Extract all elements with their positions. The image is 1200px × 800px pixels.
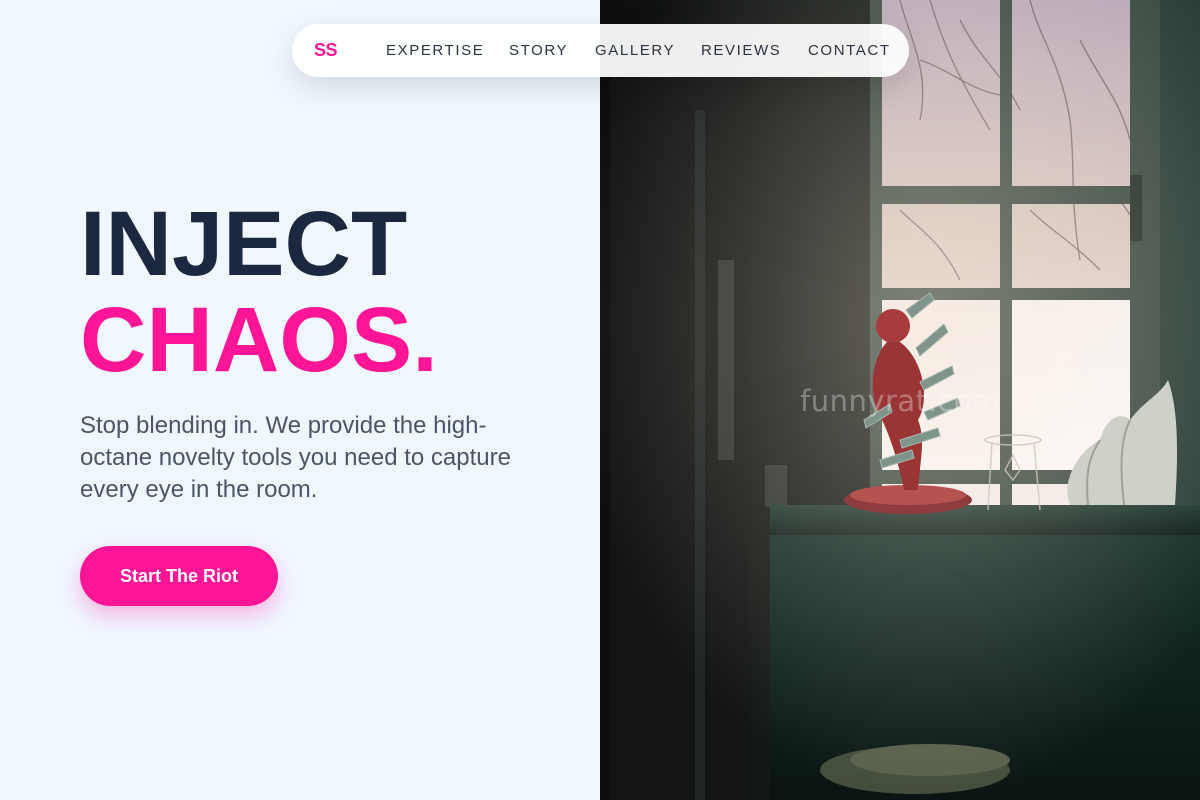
start-the-riot-button[interactable]: Start The Riot	[80, 546, 278, 606]
landing-page: INJECT CHAOS. Stop blending in. We provi…	[0, 0, 1200, 800]
headline-line-2: CHAOS.	[80, 289, 438, 391]
hero-text-panel: INJECT CHAOS. Stop blending in. We provi…	[0, 0, 600, 800]
top-navigation: SS EXPERTISE STORY GALLERY REVIEWS CONTA…	[292, 24, 909, 77]
hero-subtext: Stop blending in. We provide the high-oc…	[80, 412, 511, 503]
nav-item-contact[interactable]: CONTACT	[808, 42, 891, 59]
nav-item-story[interactable]: STORY	[509, 42, 568, 59]
watermark-text: funnyrat.com	[800, 384, 1001, 418]
headline-line-1: INJECT	[80, 193, 408, 295]
nav-item-reviews[interactable]: REVIEWS	[701, 42, 781, 59]
hero-photo: funnyrat.com	[600, 0, 1200, 800]
logo[interactable]: SS	[314, 40, 338, 61]
nav-item-expertise[interactable]: EXPERTISE	[386, 42, 484, 59]
hero-headline: INJECT CHAOS.	[80, 196, 438, 388]
nav-item-gallery[interactable]: GALLERY	[595, 42, 675, 59]
